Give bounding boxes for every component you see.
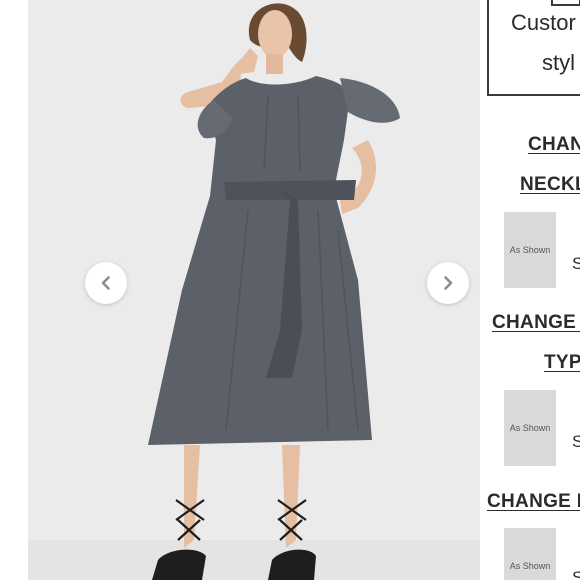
length-option-text: S <box>572 568 580 580</box>
length-option-label: As Shown <box>509 561 551 571</box>
sleeve-option-label: As Shown <box>509 423 551 433</box>
sleeve-option-thumbnail[interactable]: As Shown <box>504 390 556 466</box>
gallery-next-button[interactable] <box>427 262 469 304</box>
neckline-option-text: S <box>572 254 580 273</box>
neckline-option-label: As Shown <box>509 245 551 255</box>
change-neckline-heading[interactable]: CHAN <box>528 134 580 156</box>
change-sleeve-type-heading-line-2[interactable]: TYP <box>544 352 580 374</box>
change-length-heading[interactable]: CHANGE L <box>487 491 580 513</box>
sleeve-option-text: S <box>572 432 580 451</box>
customize-label-line-2: styl <box>542 50 575 75</box>
gallery-prev-button[interactable] <box>85 262 127 304</box>
chevron-left-icon <box>101 276 110 290</box>
customization-panel: Custor styl CHAN NECKL As Shown S CHANGE… <box>482 0 580 580</box>
change-neckline-heading-line-2[interactable]: NECKL <box>520 174 580 196</box>
customize-label-line-1: Custor <box>511 10 576 35</box>
customize-box-tab <box>551 0 580 6</box>
product-image-gallery <box>28 0 480 580</box>
chevron-right-icon <box>444 276 453 290</box>
change-sleeve-type-heading[interactable]: CHANGE S <box>492 312 580 334</box>
neckline-option-thumbnail[interactable]: As Shown <box>504 212 556 288</box>
length-option-thumbnail[interactable]: As Shown <box>504 528 556 580</box>
